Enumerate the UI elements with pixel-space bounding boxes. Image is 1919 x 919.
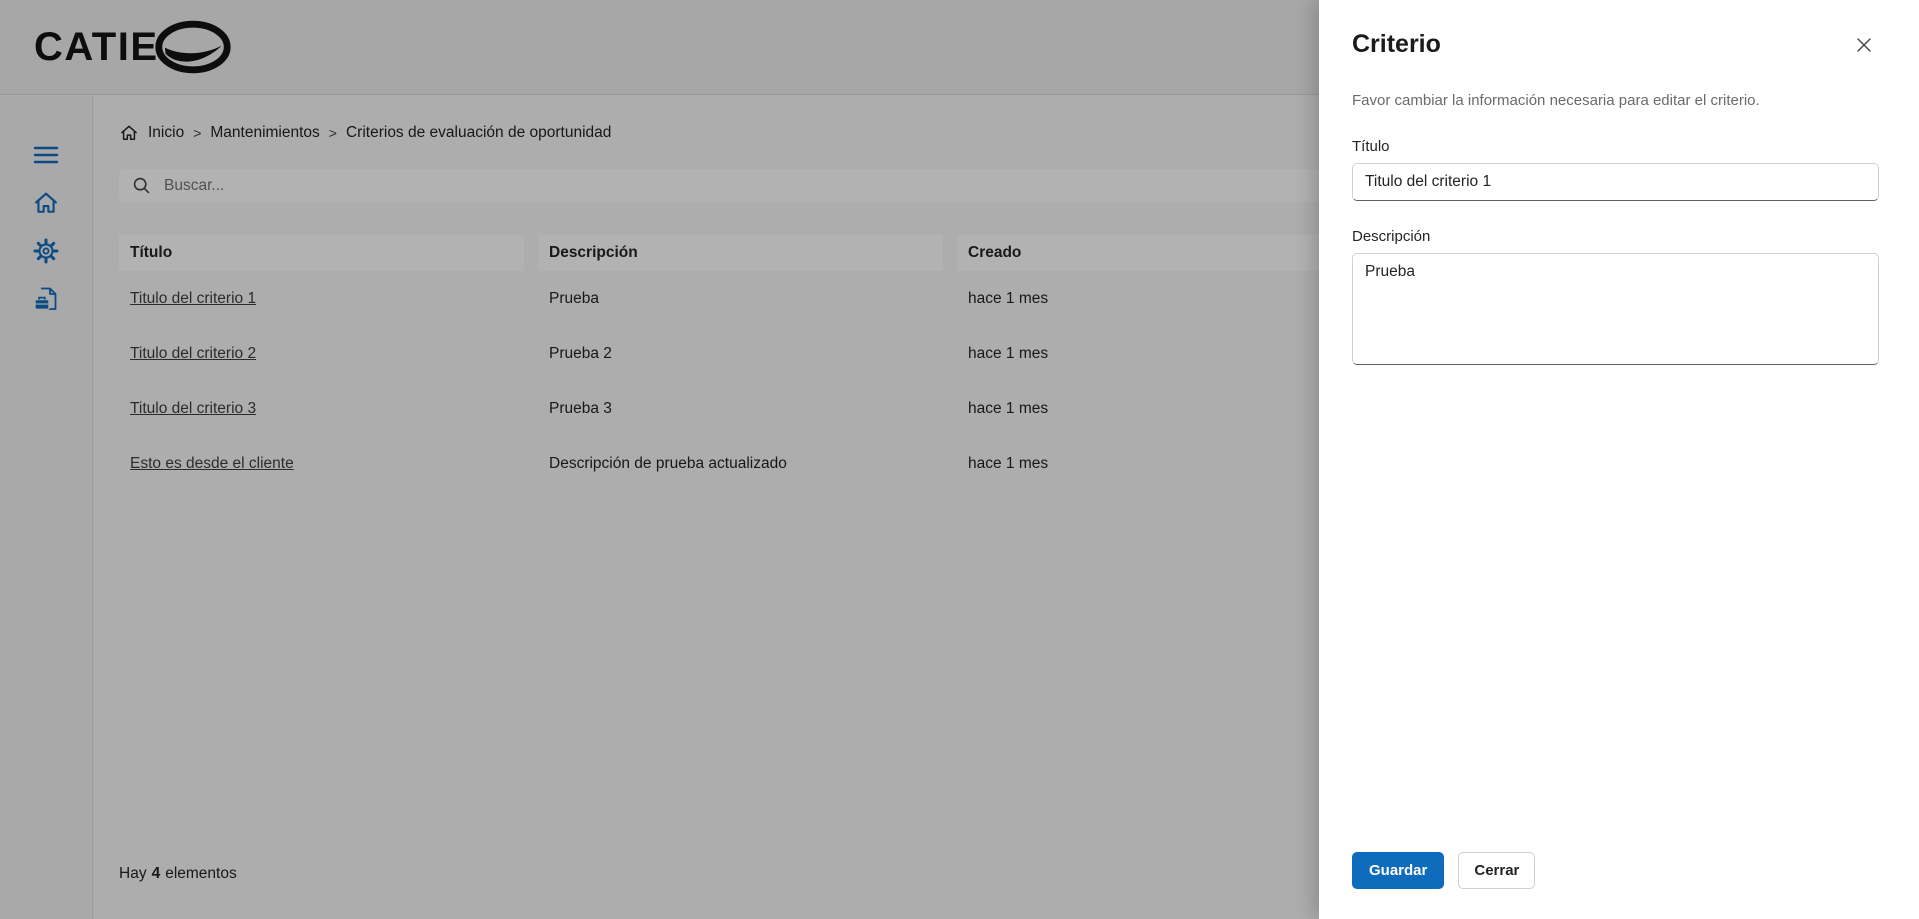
descripcion-textarea[interactable]: Prueba <box>1352 252 1879 365</box>
drawer-close-button[interactable] <box>1849 30 1879 60</box>
criterio-drawer: Criterio Favor cambiar la información ne… <box>1319 0 1919 919</box>
titulo-input[interactable] <box>1352 162 1879 201</box>
save-button[interactable]: Guardar <box>1352 852 1445 889</box>
titulo-field-label: Título <box>1352 137 1390 155</box>
close-icon <box>1857 38 1871 52</box>
drawer-footer: Guardar Cerrar <box>1352 852 1536 889</box>
drawer-subtitle: Favor cambiar la información necesaria p… <box>1352 91 1760 109</box>
close-button[interactable]: Cerrar <box>1458 852 1536 889</box>
drawer-header: Criterio <box>1352 0 1879 61</box>
descripcion-field-label: Descripción <box>1352 227 1431 245</box>
app-root: CATIE Inicio > Mantenimientos > Criterio… <box>0 0 1919 919</box>
drawer-title: Criterio <box>1352 30 1441 58</box>
